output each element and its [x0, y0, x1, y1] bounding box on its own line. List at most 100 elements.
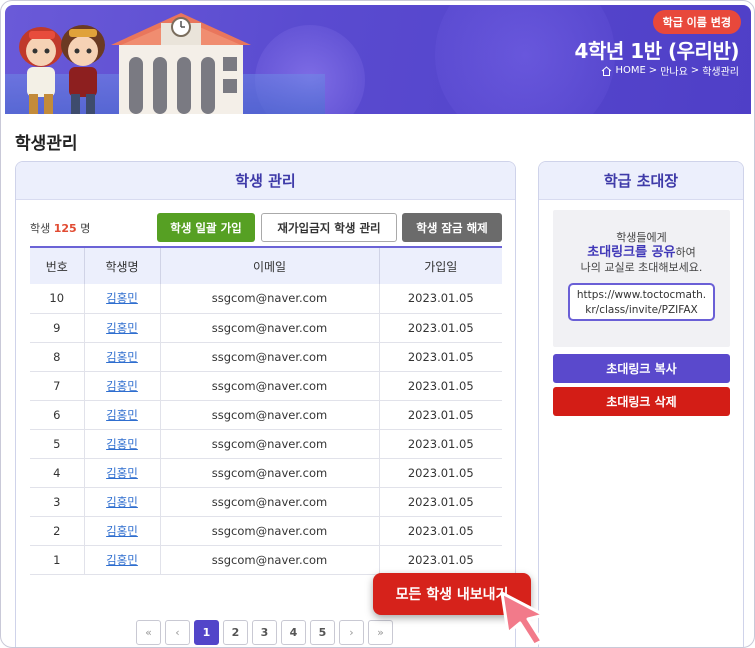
student-count-suffix: 명 — [80, 222, 91, 235]
page-button-3[interactable]: 3 — [252, 620, 277, 645]
students-illustration — [19, 25, 105, 114]
student-name-link[interactable]: 김홍민 — [106, 379, 138, 393]
student-name-link[interactable]: 김홍민 — [106, 321, 138, 335]
invite-info-box: 학생들에게 초대링크를 공유하여 나의 교실로 초대해보세요. https://… — [553, 210, 730, 347]
row-number-cell: 2 — [30, 516, 85, 546]
page-title: 학생관리 — [15, 134, 78, 154]
table-header-row: 번호 학생명 이메일 가입일 — [30, 246, 502, 284]
row-student-name-cell: 김홍민 — [84, 487, 161, 517]
delete-invite-link-button[interactable]: 초대링크 삭제 — [553, 387, 730, 416]
page-frame: 학급 이름 변경 4학년 1반 (우리반) HOME > 만나요 > 학생관리 … — [0, 0, 755, 648]
invite-link-field[interactable]: https://www.toctocmath.kr/class/invite/P… — [568, 283, 715, 321]
row-join-date-cell: 2023.01.05 — [379, 458, 502, 488]
row-email-cell: ssgcom@naver.com — [160, 313, 380, 343]
row-number-cell: 1 — [30, 545, 85, 575]
page-button-1[interactable]: 1 — [194, 620, 219, 645]
row-email-cell: ssgcom@naver.com — [160, 516, 380, 546]
invite-line-3: 나의 교실로 초대해보세요. — [580, 261, 703, 274]
table-row: 10 김홍민 ssgcom@naver.com 2023.01.05 — [30, 284, 502, 314]
breadcrumb-home[interactable]: HOME — [615, 65, 645, 76]
row-email-cell: ssgcom@naver.com — [160, 429, 380, 459]
student-count-prefix: 학생 — [30, 222, 51, 235]
unlock-students-button[interactable]: 학생 잠금 해제 — [402, 213, 502, 242]
row-email-cell: ssgcom@naver.com — [160, 284, 380, 314]
home-icon — [602, 65, 612, 76]
row-student-name-cell: 김홍민 — [84, 429, 161, 459]
column-header-name: 학생명 — [84, 246, 161, 284]
change-class-name-button[interactable]: 학급 이름 변경 — [652, 10, 741, 34]
student-name-link[interactable]: 김홍민 — [106, 553, 138, 567]
breadcrumb: HOME > 만나요 > 학생관리 — [601, 63, 739, 78]
row-join-date-cell: 2023.01.05 — [379, 342, 502, 372]
row-student-name-cell: 김홍민 — [84, 400, 161, 430]
bulk-join-button[interactable]: 학생 일괄 가입 — [157, 213, 255, 242]
row-join-date-cell: 2023.01.05 — [379, 545, 502, 575]
row-student-name-cell: 김홍민 — [84, 342, 161, 372]
invite-line-2-suffix: 하여 — [675, 246, 696, 259]
rejoin-ban-button[interactable]: 재가입금지 학생 관리 — [261, 213, 397, 242]
page-button-5[interactable]: 5 — [310, 620, 335, 645]
student-name-link[interactable]: 김홍민 — [106, 408, 138, 422]
row-join-date-cell: 2023.01.05 — [379, 400, 502, 430]
row-join-date-cell: 2023.01.05 — [379, 429, 502, 459]
student-count-value: 125 — [53, 222, 77, 235]
pointer-cursor-icon — [500, 591, 546, 647]
class-header-banner: 학급 이름 변경 4학년 1반 (우리반) HOME > 만나요 > 학생관리 — [5, 5, 751, 114]
row-number-cell: 7 — [30, 371, 85, 401]
row-email-cell: ssgcom@naver.com — [160, 458, 380, 488]
row-email-cell: ssgcom@naver.com — [160, 487, 380, 517]
row-student-name-cell: 김홍민 — [84, 371, 161, 401]
next-page-button[interactable]: › — [339, 620, 364, 645]
row-student-name-cell: 김홍민 — [84, 313, 161, 343]
row-student-name-cell: 김홍민 — [84, 516, 161, 546]
page-button-4[interactable]: 4 — [281, 620, 306, 645]
table-row: 2 김홍민 ssgcom@naver.com 2023.01.05 — [30, 516, 502, 546]
row-number-cell: 10 — [30, 284, 85, 314]
student-count: 학생 125 명 — [30, 220, 90, 236]
row-number-cell: 4 — [30, 458, 85, 488]
column-header-email: 이메일 — [160, 246, 380, 284]
prev-page-button[interactable]: ‹ — [165, 620, 190, 645]
student-name-link[interactable]: 김홍민 — [106, 350, 138, 364]
row-join-date-cell: 2023.01.05 — [379, 487, 502, 517]
invite-line-2: 초대링크를 공유하여 — [553, 245, 730, 260]
row-number-cell: 5 — [30, 429, 85, 459]
table-row: 5 김홍민 ssgcom@naver.com 2023.01.05 — [30, 429, 502, 459]
table-row: 8 김홍민 ssgcom@naver.com 2023.01.05 — [30, 342, 502, 372]
last-page-button[interactable]: » — [368, 620, 393, 645]
invite-line-1: 학생들에게 — [616, 231, 667, 244]
table-row: 4 김홍민 ssgcom@naver.com 2023.01.05 — [30, 458, 502, 488]
student-name-link[interactable]: 김홍민 — [106, 437, 138, 451]
pagination: « ‹ 1 2 3 4 5 › » — [136, 620, 393, 645]
student-name-link[interactable]: 김홍민 — [106, 524, 138, 538]
row-join-date-cell: 2023.01.05 — [379, 516, 502, 546]
row-number-cell: 8 — [30, 342, 85, 372]
table-row: 1 김홍민 ssgcom@naver.com 2023.01.05 — [30, 545, 502, 575]
table-row: 6 김홍민 ssgcom@naver.com 2023.01.05 — [30, 400, 502, 430]
breadcrumb-meet[interactable]: 만나요 — [660, 63, 688, 78]
row-join-date-cell: 2023.01.05 — [379, 284, 502, 314]
table-row: 7 김홍민 ssgcom@naver.com 2023.01.05 — [30, 371, 502, 401]
row-join-date-cell: 2023.01.05 — [379, 371, 502, 401]
class-title: 4학년 1반 (우리반) — [574, 39, 740, 63]
row-number-cell: 6 — [30, 400, 85, 430]
page-button-2[interactable]: 2 — [223, 620, 248, 645]
school-building-illustration — [111, 13, 251, 114]
first-page-button[interactable]: « — [136, 620, 161, 645]
row-student-name-cell: 김홍민 — [84, 458, 161, 488]
row-email-cell: ssgcom@naver.com — [160, 545, 380, 575]
copy-invite-link-button[interactable]: 초대링크 복사 — [553, 354, 730, 383]
student-name-link[interactable]: 김홍민 — [106, 466, 138, 480]
breadcrumb-current: 학생관리 — [702, 67, 739, 78]
student-name-link[interactable]: 김홍민 — [106, 291, 138, 305]
row-email-cell: ssgcom@naver.com — [160, 342, 380, 372]
row-student-name-cell: 김홍민 — [84, 545, 161, 575]
column-header-joined: 가입일 — [379, 246, 502, 284]
class-invite-panel: 학급 초대장 학생들에게 초대링크를 공유하여 나의 교실로 초대해보세요. h… — [538, 161, 744, 647]
column-header-number: 번호 — [30, 246, 85, 284]
table-row: 3 김홍민 ssgcom@naver.com 2023.01.05 — [30, 487, 502, 517]
row-join-date-cell: 2023.01.05 — [379, 313, 502, 343]
student-name-link[interactable]: 김홍민 — [106, 495, 138, 509]
breadcrumb-separator: > — [690, 65, 700, 76]
student-panel-title: 학생 관리 — [16, 162, 515, 200]
